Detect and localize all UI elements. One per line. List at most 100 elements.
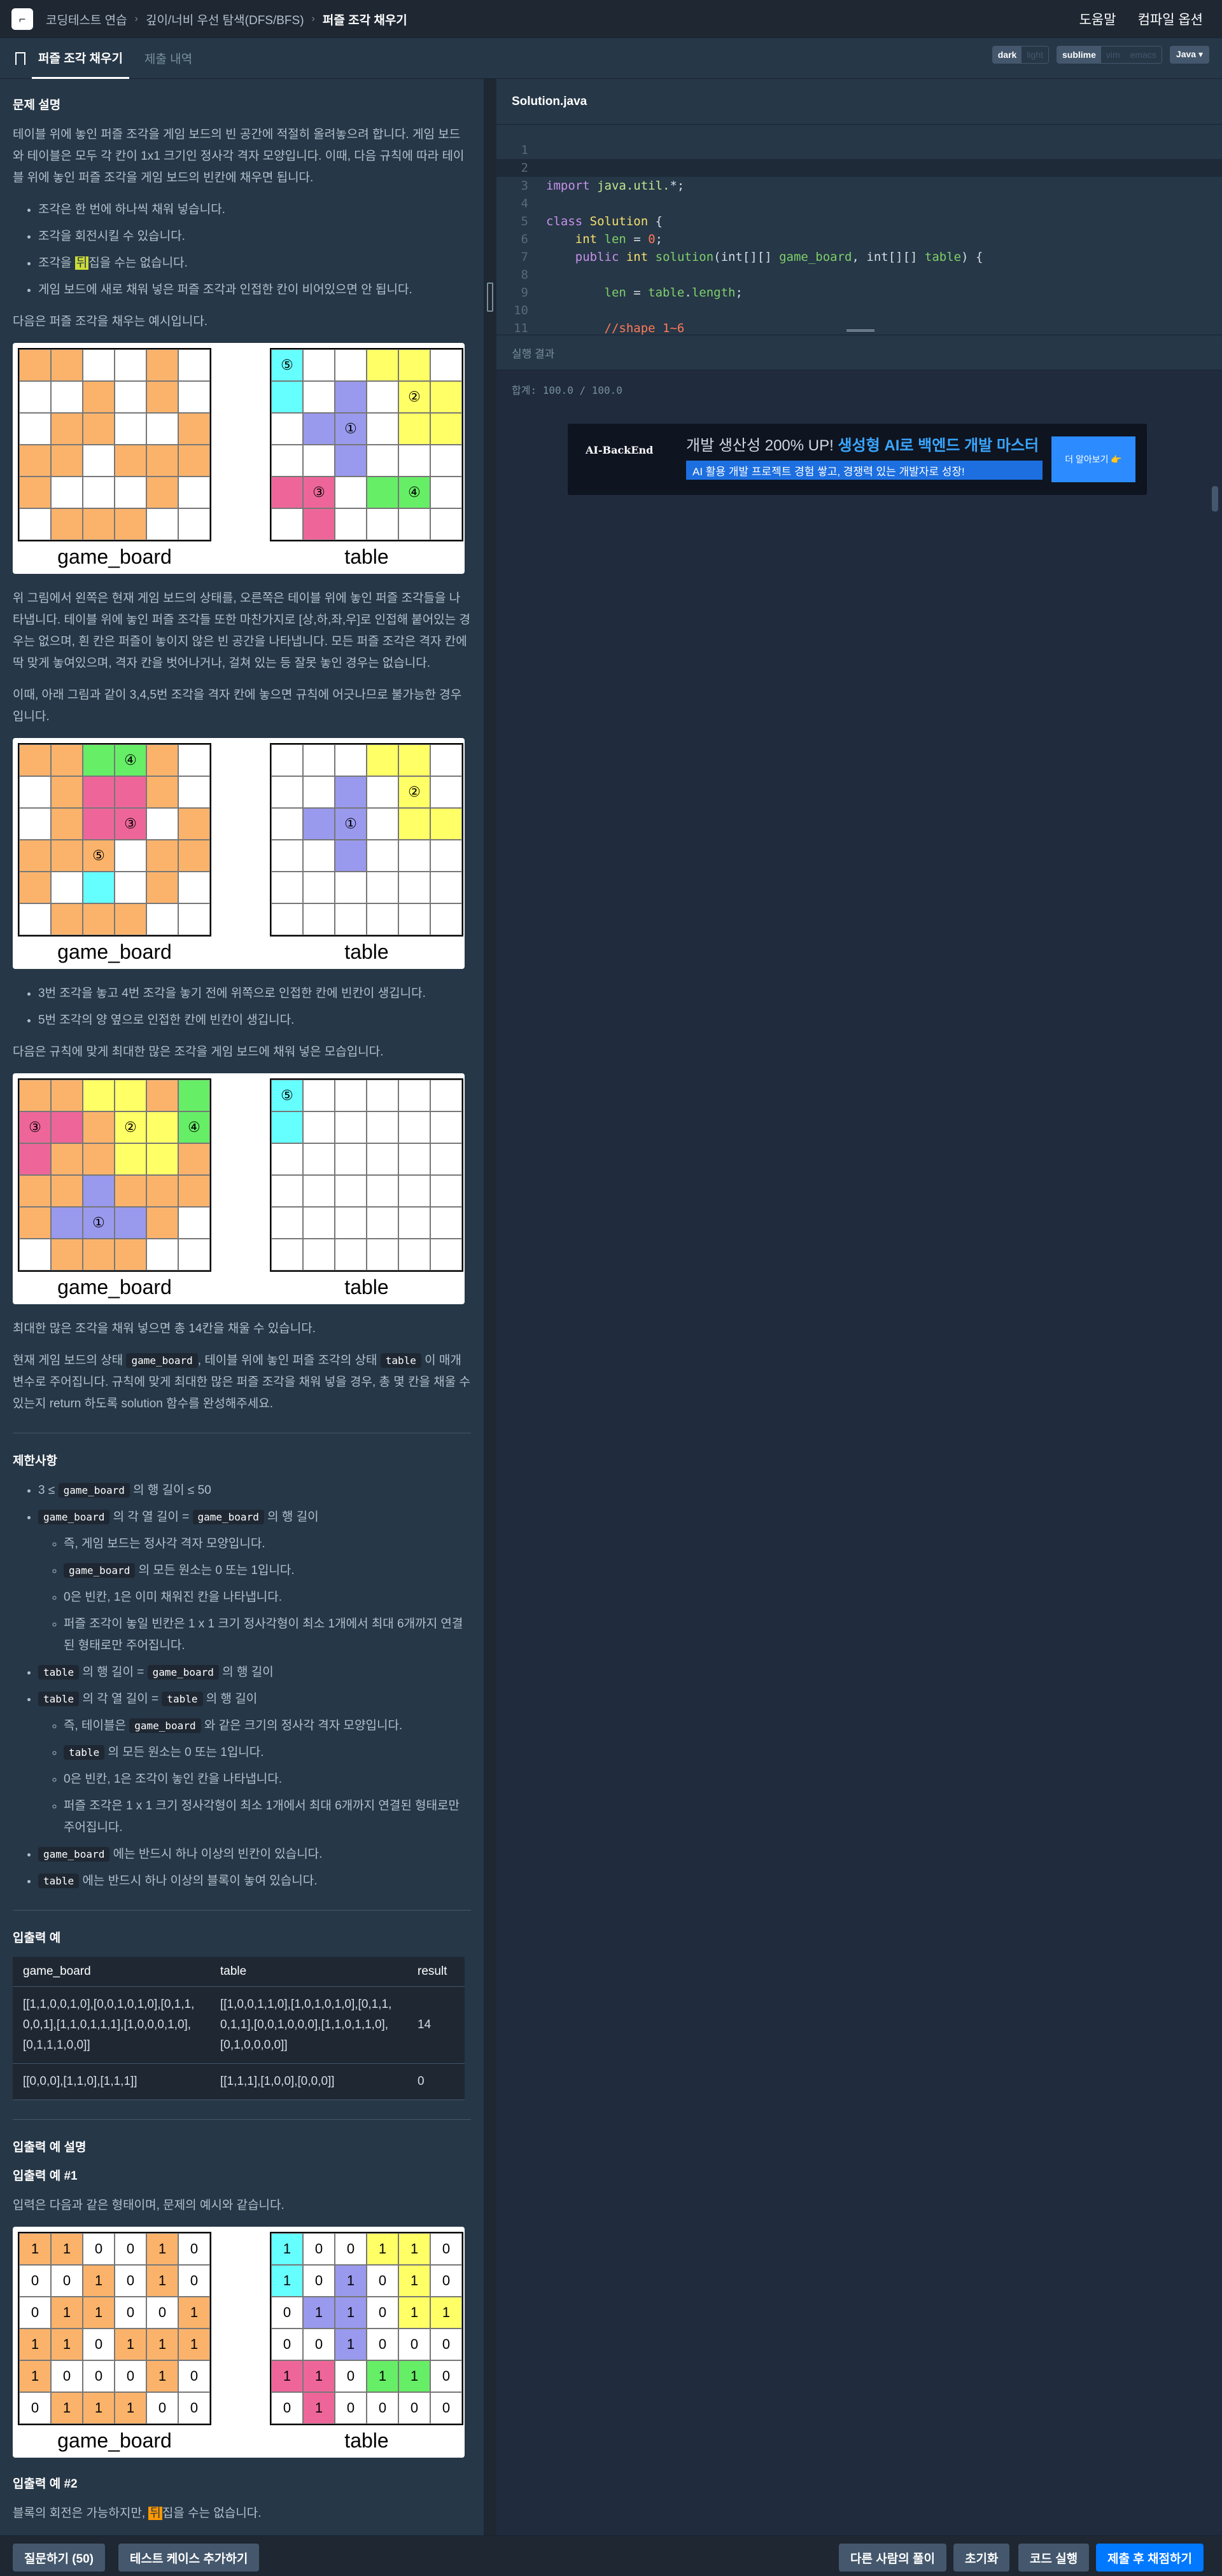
reset-button[interactable]: 초기화 — [953, 2544, 1010, 2572]
grid-cell: 0 — [367, 2265, 398, 2297]
grid-cell — [115, 381, 146, 413]
grid-cell: 1 — [178, 2329, 210, 2360]
code-game-board: game_board — [126, 1353, 198, 1368]
grid-cell — [303, 1143, 335, 1175]
text: 에는 반드시 하나 이상의 빈칸이 있습니다. — [113, 1848, 323, 1861]
tab-submission-history[interactable]: 제출 내역 — [138, 38, 199, 79]
grid-cell — [51, 840, 83, 872]
tab-problem[interactable]: 퍼즐 조각 채우기 — [32, 38, 129, 79]
table-cell: 0 — [407, 2063, 465, 2100]
grid-cell — [115, 1239, 146, 1271]
grid-cell — [178, 413, 210, 445]
grid-cell — [335, 381, 367, 413]
game-board-caption: game_board — [57, 2429, 172, 2452]
code-table: table — [38, 1874, 80, 1888]
grid-cell — [178, 776, 210, 808]
table-cell: [[1,0,0,1,1,0],[1,0,1,0,1,0],[0,1,1,0,1,… — [210, 1986, 407, 2064]
column-header: table — [210, 1957, 407, 1987]
game-board-caption: game_board — [57, 545, 172, 568]
line-number: 10 — [514, 303, 528, 317]
grid-cell — [146, 744, 178, 776]
theme-dark-option[interactable]: dark — [992, 46, 1022, 63]
grid-cell — [115, 1175, 146, 1207]
code-game-board: game_board — [38, 1847, 110, 1862]
grid-cell — [430, 1239, 462, 1271]
breadcrumb-item[interactable]: 깊이/너비 우선 탐색(DFS/BFS) — [146, 11, 304, 28]
panel-resize-handle[interactable] — [484, 79, 496, 2576]
keymap-vim-option[interactable]: vim — [1100, 46, 1125, 63]
grid-cell: 0 — [146, 2297, 178, 2329]
grid-cell: 1 — [430, 2297, 462, 2329]
grid-cell — [303, 840, 335, 872]
problem-intro: 테이블 위에 놓인 퍼즐 조각을 게임 보드의 빈 공간에 적절히 올려놓으려 … — [13, 128, 465, 184]
line-number: 6 — [521, 232, 528, 246]
grid-cell — [430, 1207, 462, 1239]
bookmark-icon[interactable] — [15, 52, 25, 65]
grid-cell — [303, 381, 335, 413]
ask-question-button[interactable]: 질문하기 (50) — [13, 2544, 105, 2572]
grid-cell — [303, 744, 335, 776]
grid-cell — [83, 1175, 115, 1207]
grid-cell — [430, 445, 462, 477]
grid-cell: 1 — [19, 2360, 51, 2392]
grid-cell — [146, 1080, 178, 1111]
problem-panel[interactable]: 문제 설명 테이블 위에 놓인 퍼즐 조각을 게임 보드의 빈 공간에 적절히 … — [0, 79, 484, 2576]
section-title-constraints: 제한사항 — [13, 1454, 57, 1468]
theme-light-option[interactable]: light — [1022, 46, 1048, 63]
grid-cell — [178, 1239, 210, 1271]
table-grid: ⑤ ②① ③ ④ — [270, 348, 463, 541]
text: 의 행 길이 — [202, 1692, 258, 1706]
grid-cell — [303, 445, 335, 477]
grid-cell — [430, 508, 462, 540]
table-figure: ⑤ ② ① ③ ④ table — [270, 348, 463, 569]
grid-cell: 0 — [178, 2392, 210, 2424]
code-game-board: game_board — [129, 1718, 201, 1733]
language-select[interactable]: Java ▾ — [1169, 46, 1209, 64]
grid-cell — [115, 508, 146, 540]
game-board-figure: game_board — [18, 348, 211, 569]
sub-constraint-item: 즉, 테이블은 game_board 와 같은 크기의 정사각 격자 모양입니다… — [64, 1715, 471, 1737]
drag-grip-icon[interactable] — [487, 282, 493, 312]
grid-cell: 0 — [335, 2392, 367, 2424]
grid-cell — [51, 1143, 83, 1175]
code-line: 7 public int solution(int[][] game_board… — [496, 248, 1222, 266]
grid-cell — [115, 477, 146, 508]
text: 에는 반드시 하나 이상의 블록이 놓여 있습니다. — [82, 1874, 318, 1888]
add-test-case-button[interactable]: 테스트 케이스 추가하기 — [118, 2544, 260, 2572]
code-editor[interactable]: 1 2 3 import java.util.*; 4 5 class Soluti… — [496, 125, 1222, 335]
example-2-title: 입출력 예 #2 — [13, 2477, 78, 2491]
ad-banner[interactable]: AI-BackEnd 개발 생산성 200% UP! 생성형 AI로 백엔드 개… — [568, 424, 1147, 495]
grid-cell — [430, 349, 462, 381]
results-scrollbar[interactable] — [1212, 486, 1218, 512]
editor-resize-handle[interactable] — [846, 330, 874, 335]
grid-cell — [398, 1207, 430, 1239]
grid-cell: 1 — [303, 2392, 335, 2424]
keymap-sublime-option[interactable]: sublime — [1057, 46, 1101, 63]
run-code-button[interactable]: 코드 실행 — [1018, 2544, 1090, 2572]
grid-cell: 1 — [19, 2329, 51, 2360]
breadcrumb-item[interactable]: 코딩테스트 연습 — [46, 11, 127, 28]
grid-cell: 0 — [398, 2329, 430, 2360]
grid-cell — [146, 1207, 178, 1239]
breadcrumb-current: 퍼즐 조각 채우기 — [322, 13, 407, 27]
grid-cell — [430, 840, 462, 872]
code-table: table — [380, 1353, 421, 1368]
grid-cell: ③ — [19, 1111, 51, 1143]
grid-cell — [303, 413, 335, 445]
submit-button[interactable]: 제출 후 채점하기 — [1096, 2544, 1204, 2572]
grid-cell — [335, 349, 367, 381]
grid-cell: ① — [335, 808, 367, 840]
others-solutions-button[interactable]: 다른 사람의 풀이 — [839, 2544, 946, 2572]
grid-cell — [335, 445, 367, 477]
grid-cell — [51, 808, 83, 840]
keymap-emacs-option[interactable]: emacs — [1125, 46, 1162, 63]
programmers-logo-icon[interactable]: ⌐ — [11, 8, 33, 30]
invalid-reasons-list: 3번 조각을 놓고 4번 조각을 놓기 전에 위쪽으로 인접한 칸에 빈칸이 생… — [38, 983, 471, 1031]
help-link[interactable]: 도움말 — [1079, 10, 1116, 29]
grid-cell — [271, 477, 303, 508]
grid-cell: 0 — [398, 2392, 430, 2424]
banner-learn-more-button[interactable]: 더 알아보기 👉 — [1051, 436, 1135, 482]
compile-options-link[interactable]: 컴파일 옵션 — [1138, 10, 1203, 29]
grid-cell — [271, 1239, 303, 1271]
table-caption: table — [344, 940, 389, 963]
